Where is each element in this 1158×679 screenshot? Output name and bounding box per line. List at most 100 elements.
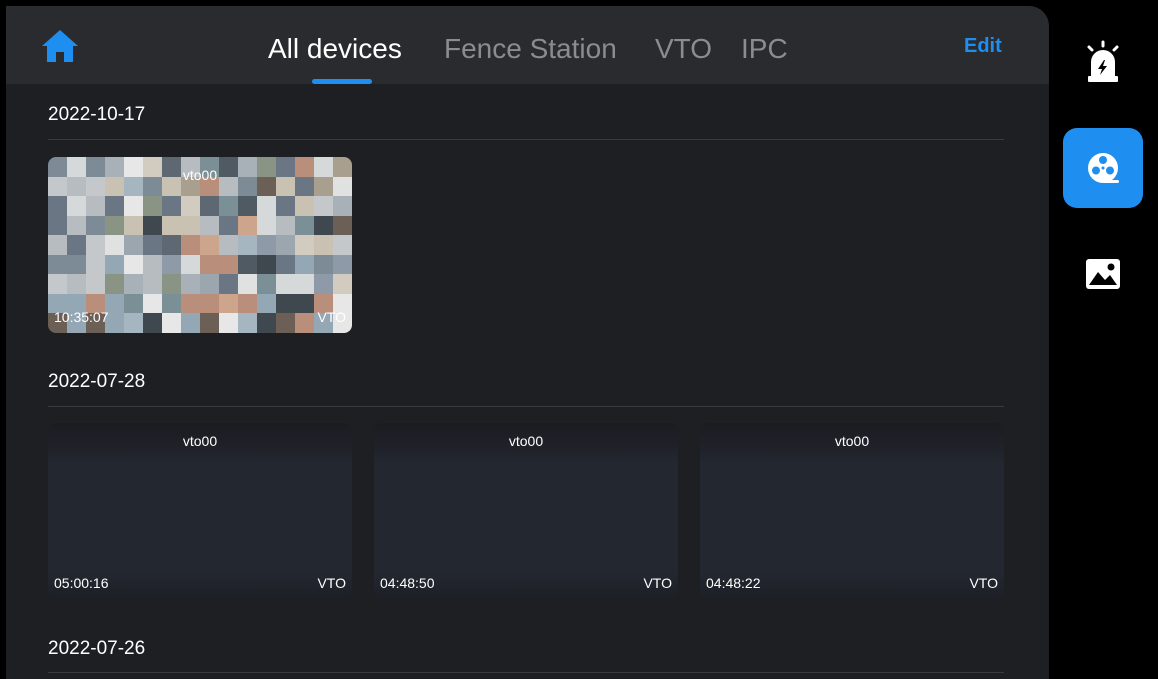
snapshot-pixel <box>143 196 162 216</box>
snapshot-pixel <box>124 254 143 275</box>
group-divider <box>48 406 1004 407</box>
snapshot-pixel <box>238 274 257 294</box>
snapshot-pixel <box>257 215 276 236</box>
snapshot-pixel <box>162 274 181 294</box>
snapshot-pixel <box>124 235 143 255</box>
snapshot-pixel <box>105 196 124 216</box>
snapshot-pixel <box>86 235 105 255</box>
edit-button[interactable]: Edit <box>964 35 1002 58</box>
top-bar: All devices Fence Station VTO IPC Edit <box>6 6 1049 84</box>
snapshot-pixel <box>105 254 124 275</box>
group-divider <box>48 139 1004 140</box>
snapshot-pixel <box>257 235 276 255</box>
active-tab-indicator <box>312 79 372 84</box>
snapshot-pixel <box>295 274 314 294</box>
snapshot-pixel <box>219 313 238 333</box>
snapshot-pixel <box>333 215 352 236</box>
camera-name: vto00 <box>182 167 218 183</box>
record-thumbnail[interactable]: vto00 05:00:16 VTO <box>48 423 352 599</box>
group-date-label: 2022-10-17 <box>48 104 146 125</box>
snapshot-pixel <box>295 215 314 236</box>
record-type: VTO <box>643 575 672 591</box>
snapshot-pixel <box>124 274 143 294</box>
snapshot-pixel <box>86 196 105 216</box>
tab-all-devices[interactable]: All devices <box>268 33 402 65</box>
snapshot-pixel <box>219 196 238 216</box>
snapshot-pixel <box>86 215 105 236</box>
snapshot-pixel <box>67 274 86 294</box>
tab-fence-station[interactable]: Fence Station <box>444 33 617 65</box>
tab-ipc[interactable]: IPC <box>741 33 788 65</box>
snapshot-pixel <box>219 215 238 236</box>
snapshot-pixel <box>143 313 162 333</box>
snapshot-pixel <box>124 215 143 236</box>
snapshot-pixel <box>200 293 219 314</box>
record-time: 10:35:07 <box>54 309 109 325</box>
snapshot-pixel <box>48 274 67 294</box>
snapshot-pixel <box>162 313 181 333</box>
snapshot-pixel <box>48 254 67 275</box>
snapshot-pixel <box>200 254 219 275</box>
snapshot-pixel <box>219 254 238 275</box>
snapshot-pixel <box>48 196 67 216</box>
group-date-label: 2022-07-26 <box>48 638 146 659</box>
video-reel-icon <box>1088 153 1119 183</box>
snapshot-pixel <box>143 215 162 236</box>
record-thumbnail[interactable]: vto00 04:48:50 VTO <box>374 423 678 599</box>
snapshot-pixel <box>67 215 86 236</box>
group-date-label: 2022-07-28 <box>48 371 146 392</box>
snapshot-pixel <box>276 274 295 294</box>
alarm-icon <box>1087 40 1119 82</box>
snapshot-pixel <box>124 196 143 216</box>
snapshot-pixel <box>314 274 333 294</box>
sidebar-item-pictures[interactable] <box>1063 234 1143 314</box>
device-tabs: All devices Fence Station VTO IPC <box>6 6 1049 84</box>
snapshot-pixel <box>219 293 238 314</box>
snapshot-pixel <box>181 274 200 294</box>
snapshot-pixel <box>257 293 276 314</box>
tab-vto[interactable]: VTO <box>655 33 712 65</box>
record-thumbnail[interactable]: vto00 04:48:22 VTO <box>700 423 1004 599</box>
snapshot-pixel <box>105 274 124 294</box>
record-thumbnail[interactable]: vto00 10:35:07 VTO <box>48 157 352 333</box>
snapshot-pixel <box>219 235 238 255</box>
snapshot-pixel <box>333 254 352 275</box>
snapshot-pixel <box>181 196 200 216</box>
snapshot-pixel <box>314 215 333 236</box>
snapshot-pixel <box>257 254 276 275</box>
snapshot-pixel <box>295 313 314 333</box>
sidebar-item-records[interactable] <box>1063 128 1143 208</box>
snapshot-pixel <box>124 293 143 314</box>
snapshot-pixel <box>333 235 352 255</box>
snapshot-pixel <box>181 215 200 236</box>
snapshot-pixel <box>276 313 295 333</box>
snapshot-pixel <box>295 254 314 275</box>
snapshot-pixel <box>162 254 181 275</box>
snapshot-pixel <box>295 196 314 216</box>
snapshot-pixel <box>238 215 257 236</box>
snapshot-pixel <box>257 313 276 333</box>
snapshot-pixel <box>314 196 333 216</box>
snapshot-pixel <box>314 254 333 275</box>
sidebar <box>1049 0 1158 679</box>
snapshot-pixel <box>162 215 181 236</box>
snapshot-pixel <box>181 235 200 255</box>
snapshot-pixel <box>238 293 257 314</box>
snapshot-pixel <box>200 274 219 294</box>
snapshot-pixel <box>86 254 105 275</box>
snapshot-pixel <box>143 293 162 314</box>
record-type: VTO <box>969 575 998 591</box>
snapshot-pixel <box>238 196 257 216</box>
snapshot-pixel <box>143 235 162 255</box>
group-divider <box>48 672 1004 673</box>
camera-name: vto00 <box>834 433 870 449</box>
records-panel: All devices Fence Station VTO IPC Edit 2… <box>6 6 1049 679</box>
snapshot-pixel <box>48 235 67 255</box>
snapshot-pixel <box>219 274 238 294</box>
camera-name: vto00 <box>508 433 544 449</box>
record-time: 05:00:16 <box>54 575 109 591</box>
snapshot-pixel <box>200 313 219 333</box>
sidebar-item-alarm[interactable] <box>1063 22 1143 102</box>
snapshot-pixel <box>200 235 219 255</box>
snapshot-pixel <box>162 293 181 314</box>
